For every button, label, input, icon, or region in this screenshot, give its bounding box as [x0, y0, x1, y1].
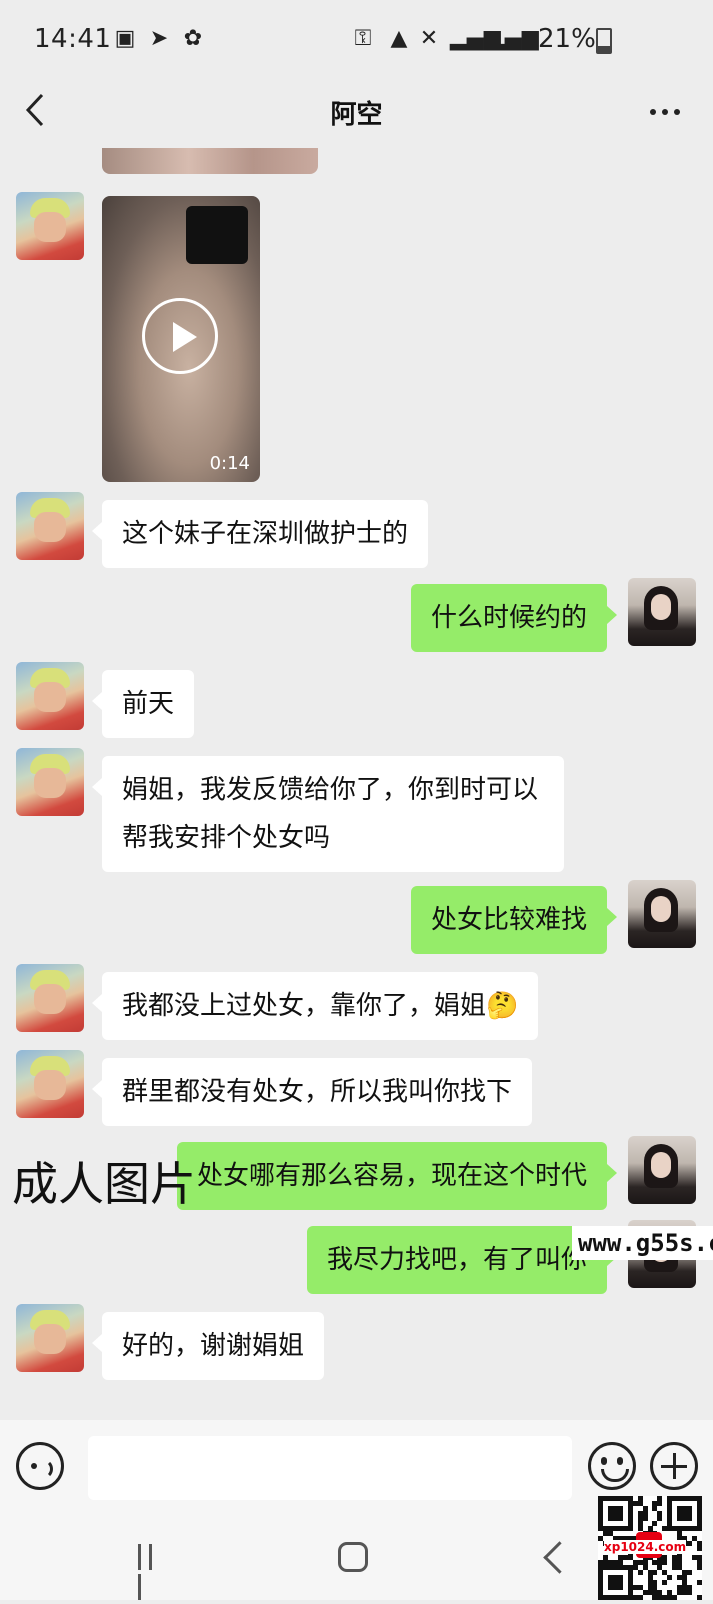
recents-icon[interactable] [138, 1544, 168, 1600]
watermark-site-text: www.g55s.c [572, 1226, 713, 1260]
message-bubble-out[interactable]: 处女哪有那么容易，现在这个时代 [176, 1142, 618, 1210]
chat-title: 阿空 [330, 100, 383, 130]
message-input[interactable] [88, 1436, 572, 1500]
message-bubble-in[interactable]: 群里都没有处女，所以我叫你找下 [91, 1058, 533, 1126]
alarm-icon: ▲ [390, 26, 408, 51]
avatar-contact[interactable] [16, 1050, 84, 1118]
plus-icon[interactable] [650, 1442, 698, 1490]
qr-watermark-text: xp1024.com [604, 1540, 687, 1554]
avatar-self[interactable] [628, 880, 696, 948]
message-bubble-out[interactable]: 什么时候约的 [410, 584, 618, 652]
mute-icon: ✕ [419, 26, 439, 51]
battery-icon [596, 28, 612, 54]
video-duration: 0:14 [209, 453, 250, 474]
key-icon: ⚿ [354, 26, 372, 51]
avatar-self[interactable] [628, 1136, 696, 1204]
play-icon[interactable] [142, 298, 218, 374]
message-bubble-out[interactable]: 处女比较难找 [410, 886, 618, 954]
avatar-contact[interactable] [16, 492, 84, 560]
image-message-partial[interactable] [102, 148, 318, 174]
telegram-icon: ➤ [149, 26, 169, 51]
battery-percent: 21% [538, 24, 596, 54]
signal-icon: ▂▄▆ [450, 26, 501, 51]
video-message[interactable]: 0:14 [102, 196, 260, 482]
avatar-contact[interactable] [16, 748, 84, 816]
message-bubble-out[interactable]: 我尽力找吧，有了叫你 [306, 1226, 618, 1294]
signal-2-icon: ▂▄▆ [488, 26, 539, 51]
status-bar: 14:41 ▣ ➤ ✿ ⚿ ▲ ✕ ▂▄▆ ▂▄▆ 21% [0, 0, 713, 80]
home-icon[interactable] [338, 1542, 368, 1572]
voice-icon[interactable] [16, 1442, 64, 1490]
message-bubble-in[interactable]: 好的，谢谢娟姐 [91, 1312, 325, 1380]
avatar-contact[interactable] [16, 662, 84, 730]
watermark-overlay-text: 成人图片 [12, 1157, 196, 1211]
paw-icon: ✿ [183, 26, 203, 51]
message-bubble-in[interactable]: 我都没上过处女，靠你了，娟姐🤔 [91, 972, 539, 1040]
more-dots-icon[interactable] [650, 100, 690, 116]
emoji-icon[interactable] [588, 1442, 636, 1490]
avatar-contact[interactable] [16, 192, 84, 260]
message-bubble-in[interactable]: 这个妹子在深圳做护士的 [91, 500, 429, 568]
status-time: 14:41 [34, 24, 112, 54]
gallery-icon: ▣ [114, 26, 136, 51]
message-bubble-in[interactable]: 娟姐，我发反馈给你了，你到时可以帮我安排个处女吗 [92, 756, 564, 872]
message-bubble-in[interactable]: 前天 [91, 670, 195, 738]
avatar-contact[interactable] [16, 1304, 84, 1372]
avatar-contact[interactable] [16, 964, 84, 1032]
avatar-self[interactable] [628, 578, 696, 646]
